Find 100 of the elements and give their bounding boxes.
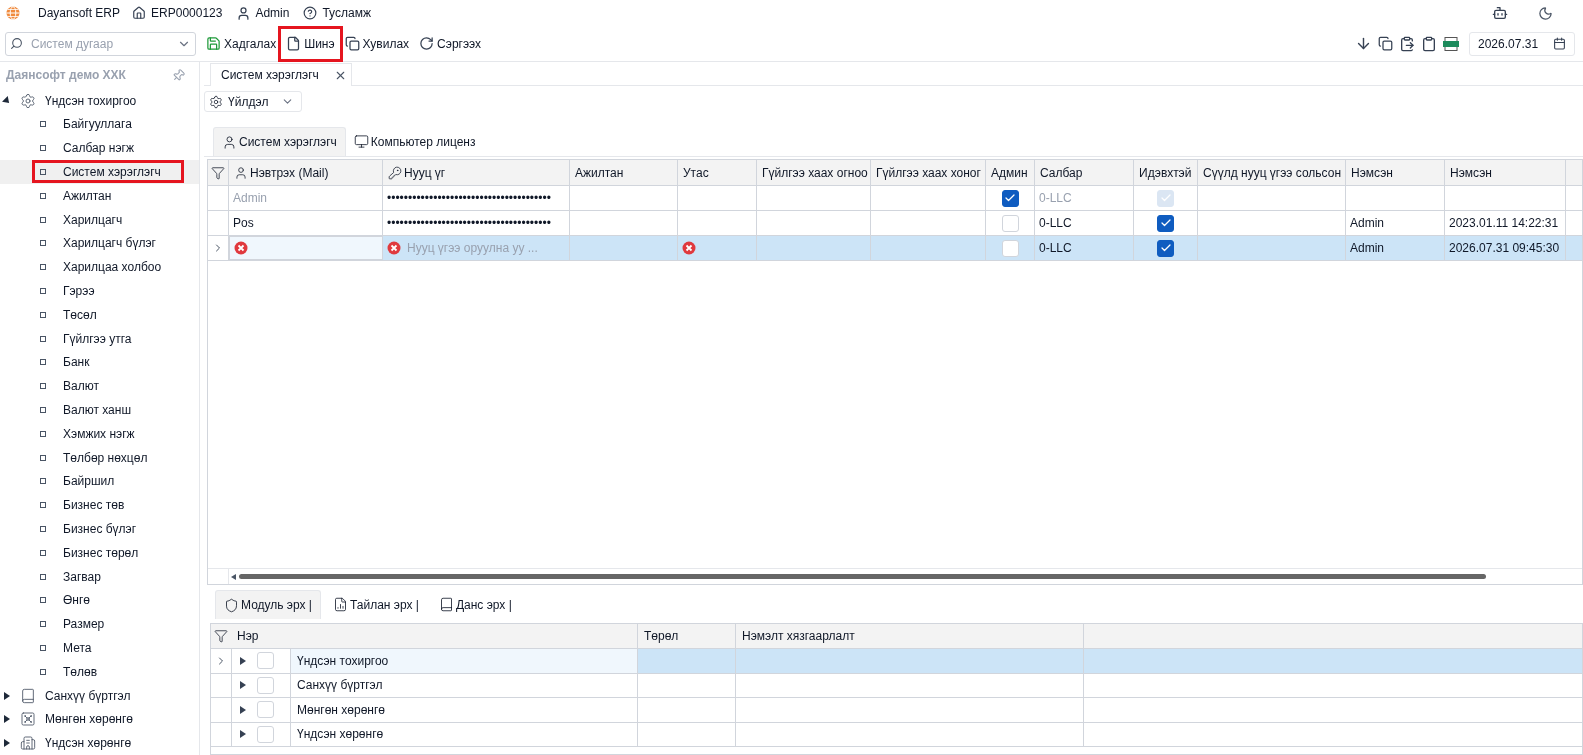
expand-icon[interactable] [240,730,246,739]
bullet-icon [40,478,46,485]
column-header[interactable]: Гүйлгээ хаах огноо [757,160,871,185]
tree-item[interactable]: Загвар [0,564,199,589]
tree-item[interactable]: Харилцагч [0,207,199,232]
tab[interactable]: Компьютер лиценз [345,127,484,156]
home-icon[interactable] [132,6,147,20]
tree-item[interactable]: Төлөв [0,659,199,684]
column-header[interactable]: Төрөл [638,624,736,648]
tree-item[interactable]: Үндсэн тохиргоо [0,88,199,113]
tree-item[interactable]: Байршил [0,469,199,494]
user-icon[interactable] [236,5,252,21]
password-placeholder: Нууц үгээ оруулна уу ... [407,240,538,257]
toolbar-button[interactable]: Хувилах [344,34,410,53]
tree-item[interactable]: Салбар нэгж [0,136,199,161]
tree-item[interactable]: Төсөл [0,302,199,327]
tree-item[interactable]: Банк [0,350,199,375]
expand-icon[interactable] [4,739,10,748]
expand-icon[interactable] [4,715,10,724]
column-header[interactable]: Сүүлд нууц үгээ сольсон [1198,160,1346,185]
help-icon[interactable] [303,6,318,20]
checkbox[interactable] [1157,239,1174,257]
column-header[interactable]: Ажилтан [570,160,678,185]
tree-item[interactable]: Хэмжих нэгж [0,421,199,446]
column-header[interactable]: Нэмсэн [1346,160,1445,185]
tree-item[interactable]: Өнгө [0,588,199,613]
toolbar-button[interactable]: Сэргээх [419,34,482,53]
tree-item[interactable]: Гэрээ [0,279,199,303]
tree-item[interactable]: Валют ханш [0,398,199,422]
tree-item[interactable]: Санхүү бүртгэл [0,683,199,708]
tab[interactable]: Систем хэрэглэгч [213,127,346,156]
column-header[interactable]: Утас [678,160,757,185]
robot-icon[interactable] [1492,5,1508,21]
tree-item[interactable]: Харилцагч бүлэг [0,231,199,256]
tab[interactable]: Модуль эрх | [215,590,321,619]
bullet-icon [40,454,46,461]
app-title: Dayansoft ERP [38,5,121,22]
clipboard-icon[interactable] [1421,35,1437,52]
filter-icon[interactable] [211,165,225,180]
toolbar-button[interactable]: Хадгалах [206,34,277,53]
expand-icon[interactable] [240,705,246,714]
tree-item[interactable]: Төлбөр нөхцөл [0,445,199,470]
search-field[interactable]: Систем дугаар [5,31,196,56]
tree-item[interactable]: Үндсэн хөрөнгө [0,731,199,755]
search-input[interactable]: Систем дугаар [31,34,169,53]
column-header[interactable]: Салбар [1035,160,1134,185]
table-row[interactable]: Мөнгөн хөрөнгө [211,698,1582,723]
tree-item[interactable]: Размер [0,612,199,636]
tree-item[interactable]: Бизнес төв [0,493,199,518]
help-link[interactable]: Тусламж [322,4,371,22]
tree-item[interactable]: Мета [0,636,199,660]
bullet-icon [40,287,46,294]
check-icon [1159,217,1172,229]
column-header[interactable]: Нэмсэн [1445,160,1566,185]
column-header[interactable]: Гүйлгээ хаах хоног [871,160,986,185]
login-input[interactable] [229,236,383,260]
checkbox[interactable] [1157,214,1174,232]
tree-item[interactable]: Бизнес төрөл [0,540,199,565]
column-header[interactable]: Админ [986,160,1035,185]
horizontal-scrollbar[interactable] [239,574,1486,579]
table-row[interactable]: Pos ••••••••••••••••••••••••••••••••••••••• 0-LLC Admin 2023.01.11 14:22:31 [208,211,1582,236]
bullet-icon [40,668,46,675]
calendar-icon[interactable] [1553,37,1566,50]
column-header[interactable]: Нэр [231,624,638,648]
tree-item[interactable]: Валют [0,374,199,399]
paste-icon[interactable] [1399,35,1415,52]
expand-icon[interactable] [240,681,246,690]
document-tab[interactable]: Систем хэрэглэгч [210,63,352,86]
tree-item[interactable]: Харилцаа холбоо [0,255,199,280]
table-cell-text: Санхүү бүртгэл [297,677,383,695]
globe-logo-icon [6,6,20,20]
moon-icon[interactable] [1538,5,1553,21]
action-dropdown[interactable]: Үйлдэл [204,91,302,112]
bullet-icon [40,264,46,271]
tab[interactable]: Данс эрх | [430,590,520,619]
table-row[interactable]: Нууц үгээ оруулна уу ... 0-LLC Admin 2026.07.31 09:45:30 [208,236,1582,261]
computer-icon [353,134,369,149]
tab[interactable]: Тайлан эрх | [325,590,427,619]
column-header[interactable]: Идэвхтэй [1134,160,1198,185]
column-header[interactable]: Нэвтрэх (Mail) [229,160,383,185]
date-field[interactable]: 2026.07.31 [1469,31,1575,56]
column-header[interactable]: Нэмэлт хязгаарлалт [736,624,1084,648]
table-row[interactable]: Үндсэн тохиргоо [211,649,1582,674]
tree-item[interactable]: Гүйлгээ утга [0,326,199,351]
filter-icon[interactable] [214,629,228,643]
toolbar-button[interactable]: Шинэ [286,34,335,53]
copy-icon[interactable] [1378,36,1393,51]
tree-item[interactable]: Байгууллага [0,112,199,137]
table-row[interactable]: Санхүү бүртгэл [211,673,1582,698]
book-icon [438,597,454,612]
expand-icon[interactable] [240,656,246,665]
expand-icon[interactable] [4,691,10,700]
spreadsheet-export-icon[interactable] [1443,36,1459,51]
user-name[interactable]: Admin [255,4,290,22]
bullet-icon [40,406,46,413]
tree-item[interactable]: Мөнгөн хөрөнгө [0,707,199,732]
tree-item[interactable]: Ажилтан [0,183,199,208]
table-row[interactable]: Үндсэн хөрөнгө [211,722,1582,747]
tree-item[interactable]: Бизнес бүлэг [0,517,199,541]
column-header[interactable]: Нууц үг [383,160,570,185]
